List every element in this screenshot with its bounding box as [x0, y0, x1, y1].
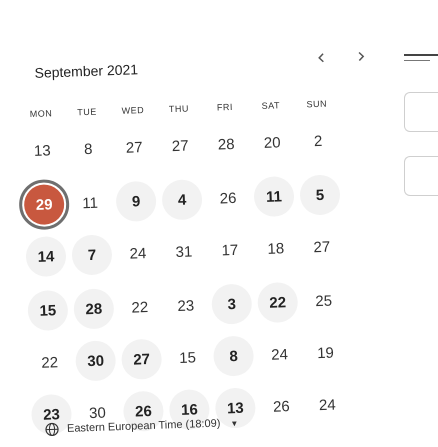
day-cell: 17 — [221, 241, 239, 259]
day-cell: 13 — [33, 141, 51, 160]
day-cell-selected[interactable]: 29 — [23, 183, 65, 226]
day-cell: 25 — [315, 292, 333, 310]
day-cell-available[interactable]: 28 — [73, 288, 115, 330]
side-panel — [404, 40, 438, 200]
side-divider-secondary — [404, 60, 430, 61]
day-cell: 27 — [171, 137, 189, 155]
timezone-selector[interactable]: Eastern European Time (18:09) ▼ — [45, 416, 239, 437]
day-cell-available[interactable]: 22 — [257, 281, 299, 324]
weekday-sat: SAT — [261, 100, 281, 111]
weekday-wed: WED — [121, 105, 145, 116]
day-cell: 31 — [175, 242, 193, 261]
day-cell: 22 — [41, 353, 59, 372]
weekday-mon: MON — [29, 108, 53, 120]
day-cell-available[interactable]: 8 — [212, 335, 255, 377]
chevron-down-icon: ▼ — [230, 418, 239, 428]
prev-month-button[interactable] — [308, 44, 335, 71]
calendar-widget: September 2021 MON TUE WED THU FRI SAT SUN 13 8… — [0, 0, 438, 447]
chevron-right-icon — [358, 51, 365, 62]
weekday-thu: THU — [168, 103, 190, 115]
day-cell-available[interactable]: 5 — [299, 174, 341, 216]
weekday-tue: TUE — [77, 106, 97, 118]
day-cell-available[interactable]: 4 — [161, 179, 203, 221]
chevron-left-icon — [318, 53, 324, 63]
day-cell: 2 — [313, 132, 323, 150]
day-cell: 24 — [270, 345, 289, 364]
timezone-label: Eastern European Time (18:09) — [66, 417, 221, 435]
day-cell: 23 — [177, 296, 195, 315]
day-cell-available[interactable]: 11 — [253, 175, 295, 218]
time-slot-box[interactable] — [404, 156, 438, 196]
day-cell: 26 — [272, 397, 290, 416]
day-cell: 11 — [82, 194, 99, 212]
day-cell: 20 — [263, 133, 281, 152]
day-cell: 8 — [83, 140, 93, 158]
next-month-button[interactable] — [348, 43, 375, 70]
day-cell: 28 — [217, 135, 235, 153]
day-cell-available[interactable]: 15 — [27, 289, 69, 332]
day-cell: 26 — [219, 189, 237, 207]
day-cell-available[interactable]: 3 — [211, 283, 253, 325]
day-cell-available[interactable]: 9 — [115, 180, 157, 223]
weekday-fri: FRI — [216, 101, 234, 113]
side-divider — [404, 54, 438, 56]
month-title: September 2021 — [34, 61, 139, 81]
day-cell: 27 — [313, 238, 331, 256]
weekday-sun: SUN — [306, 98, 328, 110]
day-cell: 19 — [316, 344, 335, 362]
day-cell-available[interactable]: 27 — [120, 338, 163, 380]
day-cell: 18 — [267, 239, 285, 258]
day-cell: 27 — [125, 138, 143, 157]
day-cell-available[interactable]: 30 — [74, 340, 117, 382]
time-slot-box[interactable] — [404, 92, 438, 132]
day-cell: 15 — [178, 348, 197, 367]
day-cell: 24 — [129, 244, 147, 263]
day-cell: 24 — [318, 396, 336, 414]
day-cell-available[interactable]: 7 — [71, 234, 113, 276]
day-cell-available[interactable]: 14 — [25, 235, 67, 278]
day-cell: 22 — [131, 298, 149, 317]
globe-icon — [45, 422, 59, 437]
